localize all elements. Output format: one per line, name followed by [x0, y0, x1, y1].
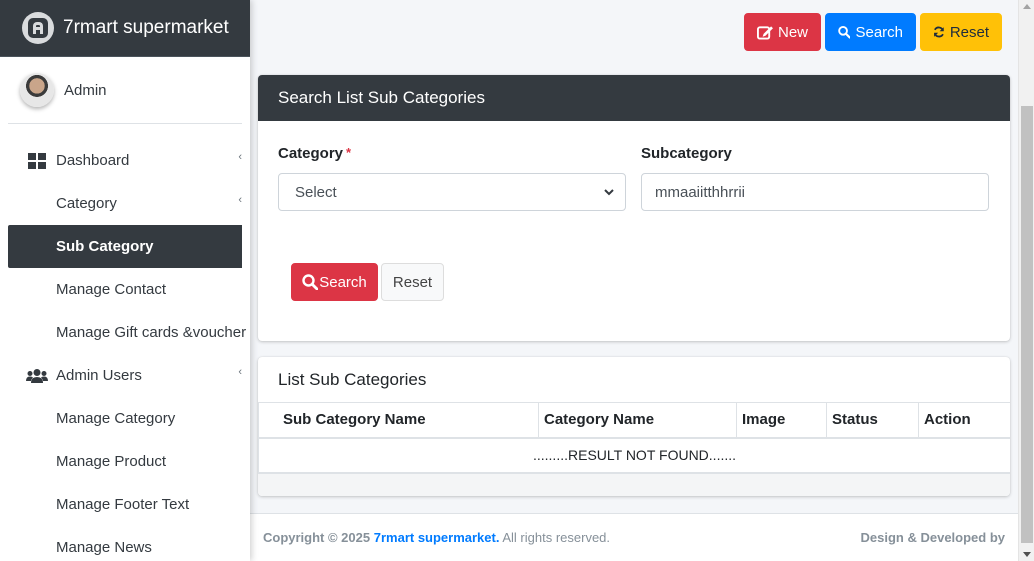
rights-text: All rights reserved.: [502, 530, 611, 545]
sidebar-item-label: Manage Footer Text: [56, 496, 190, 513]
empty-result-message: .........RESULT NOT FOUND.......: [258, 437, 1010, 473]
copyright-prefix: Copyright © 2025: [263, 530, 371, 545]
search-icon: [302, 274, 319, 290]
form-search-button-label: Search: [319, 273, 367, 291]
form-search-button[interactable]: Search: [291, 263, 378, 301]
scroll-up-arrow-icon[interactable]: [1023, 4, 1031, 9]
credit-text: Design & Developed by: [860, 530, 1005, 545]
users-icon: [26, 368, 48, 384]
list-card-title: List Sub Categories: [278, 369, 427, 389]
category-label-text: Category: [278, 145, 344, 162]
sidebar-item-manage-footer-text[interactable]: Manage Footer Text: [8, 483, 242, 526]
form-reset-button[interactable]: Reset: [381, 263, 444, 301]
sidebar-item-admin-users[interactable]: Admin Users ‹: [8, 354, 242, 397]
company-link[interactable]: 7rmart supermarket.: [374, 530, 500, 545]
sidebar-nav: Dashboard ‹ Category ‹ Sub Category Mana…: [0, 139, 250, 561]
sidebar-item-label: Manage News: [56, 539, 152, 556]
search-card: Search List Sub Categories Category * Sel…: [258, 75, 1010, 341]
sidebar-item-label: Manage Contact: [56, 281, 167, 298]
copyright: Copyright © 2025 7rmart supermarket. All…: [263, 530, 610, 545]
sidebar-item-manage-contact[interactable]: Manage Contact: [8, 268, 242, 311]
sidebar-item-label: Manage Product: [56, 453, 167, 470]
sidebar-item-label: Admin Users: [56, 367, 142, 384]
user-panel[interactable]: Admin: [8, 57, 242, 124]
category-select[interactable]: Select: [278, 173, 626, 211]
search-card-title: Search List Sub Categories: [258, 75, 1010, 121]
subcategory-input[interactable]: [641, 173, 989, 211]
new-button-label: New: [777, 23, 808, 41]
column-header: Status: [826, 402, 919, 439]
sidebar-item-label: Category: [56, 195, 117, 212]
column-header: Image: [736, 402, 827, 439]
chevron-left-icon: ‹: [238, 151, 242, 163]
sidebar-item-manage-gift-cards[interactable]: Manage Gift cards &voucher: [8, 311, 246, 354]
sidebar: 7rmart supermarket Admin Dashboard ‹ Cat…: [0, 0, 250, 561]
subcategory-table: Sub Category Name Category Name Image St…: [258, 402, 1010, 473]
table-footer: [258, 473, 1010, 496]
list-card: List Sub Categories Sub Category Name Ca…: [258, 357, 1010, 496]
category-label: Category *: [278, 145, 351, 162]
table-header-row: Sub Category Name Category Name Image St…: [258, 402, 1010, 439]
reset-button[interactable]: Reset: [920, 13, 1002, 51]
brand-name: 7rmart supermarket: [63, 17, 229, 38]
brand-link[interactable]: 7rmart supermarket: [0, 0, 250, 57]
dashboard-grid-icon: [26, 152, 48, 169]
sidebar-item-dashboard[interactable]: Dashboard ‹: [8, 139, 242, 182]
sidebar-item-sub-category[interactable]: Sub Category: [8, 225, 242, 268]
toolbar: New Search Reset: [744, 13, 1002, 51]
avatar: [20, 73, 54, 107]
subcategory-label: Subcategory: [641, 145, 732, 162]
sidebar-item-category[interactable]: Category ‹: [8, 182, 242, 225]
page-footer: Copyright © 2025 7rmart supermarket. All…: [250, 513, 1018, 561]
column-header: Action: [918, 402, 1010, 439]
scroll-down-arrow-icon[interactable]: [1023, 552, 1031, 557]
category-select-value: Select: [295, 183, 337, 201]
chevron-left-icon: ‹: [238, 366, 242, 378]
table-row: .........RESULT NOT FOUND.......: [258, 437, 1010, 473]
required-mark: *: [346, 145, 352, 160]
search-button[interactable]: Search: [825, 13, 916, 51]
refresh-icon: [934, 26, 944, 38]
reset-button-label: Reset: [949, 23, 989, 41]
search-icon: [838, 25, 851, 39]
main-content: New Search Reset Search List Sub Categor…: [250, 0, 1018, 561]
sidebar-item-manage-category[interactable]: Manage Category: [8, 397, 242, 440]
scrollbar-thumb[interactable]: [1021, 106, 1033, 543]
sidebar-item-label: Manage Gift cards &voucher: [56, 324, 247, 341]
sidebar-item-manage-product[interactable]: Manage Product: [8, 440, 242, 483]
user-name: Admin: [64, 81, 107, 99]
chevron-down-icon: [604, 189, 614, 196]
sidebar-item-label: Sub Category: [56, 238, 154, 255]
page-scrollbar[interactable]: [1018, 0, 1034, 561]
search-button-label: Search: [855, 23, 903, 41]
column-header: Category Name: [538, 402, 737, 439]
chevron-left-icon: ‹: [238, 194, 242, 206]
new-button[interactable]: New: [744, 13, 821, 51]
sidebar-item-manage-news[interactable]: Manage News: [8, 526, 242, 561]
sidebar-item-label: Manage Category: [56, 410, 176, 427]
sidebar-item-label: Dashboard: [56, 152, 130, 169]
edit-icon: [757, 25, 773, 40]
column-header: Sub Category Name: [258, 402, 539, 439]
brand-logo-icon: [22, 12, 54, 44]
